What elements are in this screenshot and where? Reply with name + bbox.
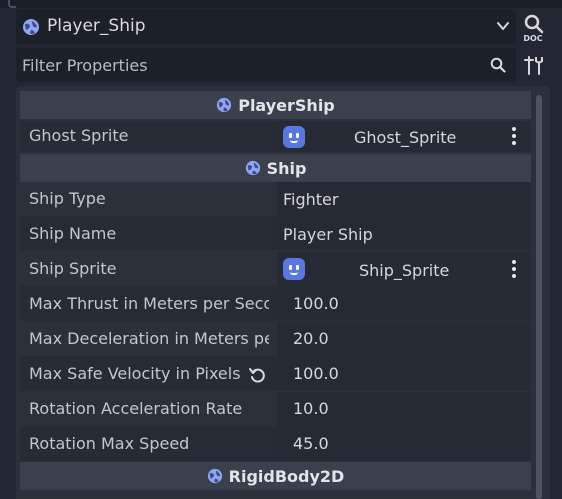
property-label: Ship Name — [29, 224, 117, 243]
filter-properties-input[interactable] — [16, 48, 486, 82]
tools-icon — [524, 56, 543, 75]
filter-properties-field[interactable] — [16, 48, 516, 82]
property-value: 45.0 — [293, 434, 329, 453]
property-value: Ship_Sprite — [359, 261, 450, 280]
chevron-down-icon[interactable] — [496, 19, 510, 33]
panel-frame-corner — [8, 0, 16, 8]
object-name: Player_Ship — [47, 16, 146, 36]
property-label: Max Safe Velocity in Pixels p — [29, 364, 241, 383]
section-title: Ship — [266, 158, 307, 178]
property-value: Player Ship — [283, 225, 373, 244]
texture-icon — [283, 258, 305, 280]
property-value: 100.0 — [293, 364, 339, 383]
property-value: 10.0 — [293, 399, 329, 418]
search-icon — [490, 57, 506, 73]
revert-icon — [249, 368, 265, 383]
inspector-tools-button[interactable] — [520, 50, 550, 82]
inspector-scrollbar[interactable] — [536, 95, 542, 499]
property-label: Ghost Sprite — [29, 126, 129, 145]
property-label: Max Deceleration in Meters per — [29, 329, 269, 348]
section-header-rigidbody2d[interactable]: RigidBody2D — [20, 462, 531, 490]
doc-icon: DOC — [523, 14, 544, 43]
property-value: 100.0 — [293, 294, 339, 313]
property-label: Rotation Max Speed — [29, 434, 190, 453]
property-label: Ship Sprite — [29, 259, 117, 278]
property-value: Fighter — [283, 190, 339, 209]
kebab-menu-icon[interactable] — [511, 127, 517, 145]
globe-icon — [207, 468, 222, 484]
kebab-menu-icon[interactable] — [511, 260, 517, 278]
property-value: Ghost_Sprite — [354, 128, 457, 147]
doc-label: DOC — [523, 34, 542, 43]
property-label: Ship Type — [29, 189, 106, 208]
property-label: Rotation Acceleration Rate — [29, 399, 243, 418]
globe-icon — [245, 160, 260, 176]
object-selector[interactable]: Player_Ship — [16, 9, 516, 44]
property-value: 20.0 — [293, 329, 329, 348]
open-docs-button[interactable]: DOC — [520, 10, 550, 44]
globe-icon — [217, 97, 232, 113]
section-title: PlayerShip — [238, 95, 335, 115]
globe-icon — [23, 19, 39, 35]
property-label: Max Thrust in Meters per Secon — [29, 294, 269, 313]
revert-button[interactable] — [248, 366, 266, 384]
texture-icon — [283, 126, 305, 148]
section-header-playership[interactable]: PlayerShip — [20, 91, 531, 119]
section-title: RigidBody2D — [228, 466, 345, 486]
section-header-ship[interactable]: Ship — [20, 154, 531, 182]
editor-top-strip — [0, 0, 562, 8]
